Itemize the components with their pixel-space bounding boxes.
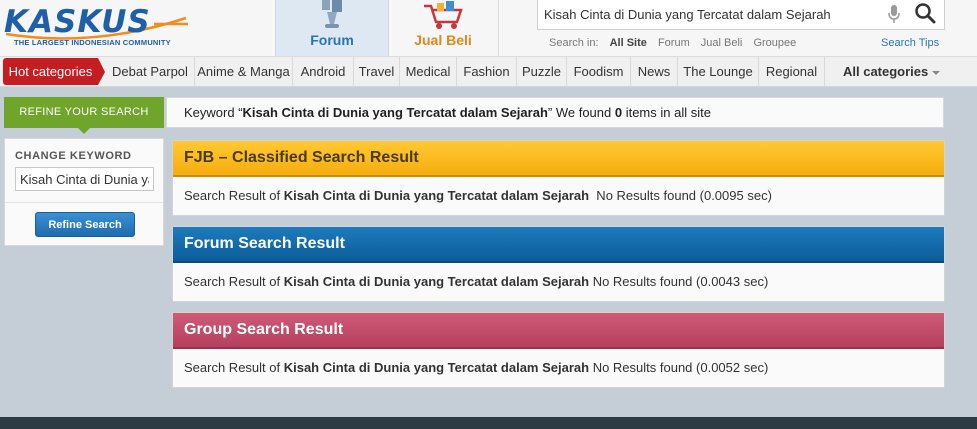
category-item[interactable]: Travel [354,57,400,86]
result-keyword: Kisah Cinta di Dunia yang Tercatat dalam… [283,360,590,375]
category-item[interactable]: Puzzle [517,57,567,86]
change-keyword-label: CHANGE KEYWORD [15,150,132,162]
refine-panel: CHANGE KEYWORD Refine Search [4,138,164,246]
nav-jual-beli-label: Jual Beli [414,32,472,48]
result-prefix: Search Result of [184,188,284,203]
category-item[interactable]: Medical [400,57,457,86]
all-categories-dropdown[interactable]: All categories [843,57,941,86]
result-keyword: Kisah Cinta di Dunia yang Tercatat dalam… [283,274,590,289]
site-header: KASKUS THE LARGEST INDONESIAN COMMUNITY … [0,0,977,57]
nav-jual-beli[interactable]: Jual Beli [388,0,499,56]
nav-forum-label: Forum [310,32,354,48]
divider [5,202,163,203]
category-item[interactable]: Foodism [567,57,631,86]
category-bar: Hot categories Debat Parpol Anime & Mang… [0,57,977,87]
logo-tagline: THE LARGEST INDONESIAN COMMUNITY [14,38,171,47]
category-item[interactable]: Anime & Manga [195,57,293,86]
all-categories-label: All categories [843,64,929,79]
refine-search-tab: REFINE YOUR SEARCH [4,97,164,134]
panel-result-text: Search Result of Kisah Cinta di Dunia ya… [173,349,944,387]
panel-title: FJB – Classified Search Result [173,141,944,177]
search-scope-label: Search in: [549,37,599,49]
keyword-input[interactable] [15,167,154,191]
chevron-down-icon [932,70,941,75]
summary-count: 0 [614,105,623,120]
kaskus-logo[interactable]: KASKUS THE LARGEST INDONESIAN COMMUNITY [4,4,189,48]
search-scope: Search in: All Site Forum Jual Beli Grou… [549,37,804,49]
category-item[interactable]: Debat Parpol [106,57,195,86]
summary-prefix: Keyword “ [184,105,243,120]
scope-groupee[interactable]: Groupee [753,37,796,49]
group-result-panel: Group Search Result Search Result of Kis… [172,312,945,388]
forum-result-panel: Forum Search Result Search Result of Kis… [172,226,945,302]
category-item[interactable]: Regional [759,57,825,86]
fjb-result-panel: FJB – Classified Search Result Search Re… [172,140,945,216]
panel-result-text: Search Result of Kisah Cinta di Dunia ya… [173,263,944,301]
result-prefix: Search Result of [184,360,284,375]
microphone-icon[interactable] [888,5,900,23]
footer-bar [0,417,977,429]
scope-forum[interactable]: Forum [658,37,690,49]
result-status: No Results found (0.0095 sec) [589,188,772,203]
search-tips-link[interactable]: Search Tips [881,37,939,49]
search-icon[interactable] [914,2,936,24]
result-keyword: Kisah Cinta di Dunia yang Tercatat dalam… [283,188,590,203]
refine-search-button[interactable]: Refine Search [35,212,135,237]
summary-keyword: Kisah Cinta di Dunia yang Tercatat dalam… [242,105,548,120]
category-item[interactable]: Fashion [457,57,517,86]
logo-wordmark: KASKUS [4,4,151,40]
summary-middle: ” We found [547,105,615,120]
panel-result-text: Search Result of Kisah Cinta di Dunia ya… [173,177,944,215]
search-input[interactable] [538,0,884,29]
scope-jual-beli[interactable]: Jual Beli [701,37,743,49]
scope-all-site[interactable]: All Site [610,37,647,49]
search-summary: Keyword “Kisah Cinta di Dunia yang Terca… [166,97,944,128]
category-item[interactable]: News [631,57,678,86]
forum-icon [322,0,342,28]
shopping-cart-icon [424,1,463,29]
hot-categories-tab[interactable]: Hot categories [3,58,105,85]
search-box [537,0,945,30]
nav-forum[interactable]: Forum [275,0,389,56]
summary-suffix: items in all site [622,105,711,120]
category-item[interactable]: Android [293,57,354,86]
panel-title: Group Search Result [173,313,944,349]
category-item[interactable]: The Lounge [678,57,759,86]
result-status: No Results found (0.0052 sec) [589,360,769,375]
result-status: No Results found (0.0043 sec) [589,274,769,289]
result-prefix: Search Result of [184,274,284,289]
panel-title: Forum Search Result [173,227,944,263]
